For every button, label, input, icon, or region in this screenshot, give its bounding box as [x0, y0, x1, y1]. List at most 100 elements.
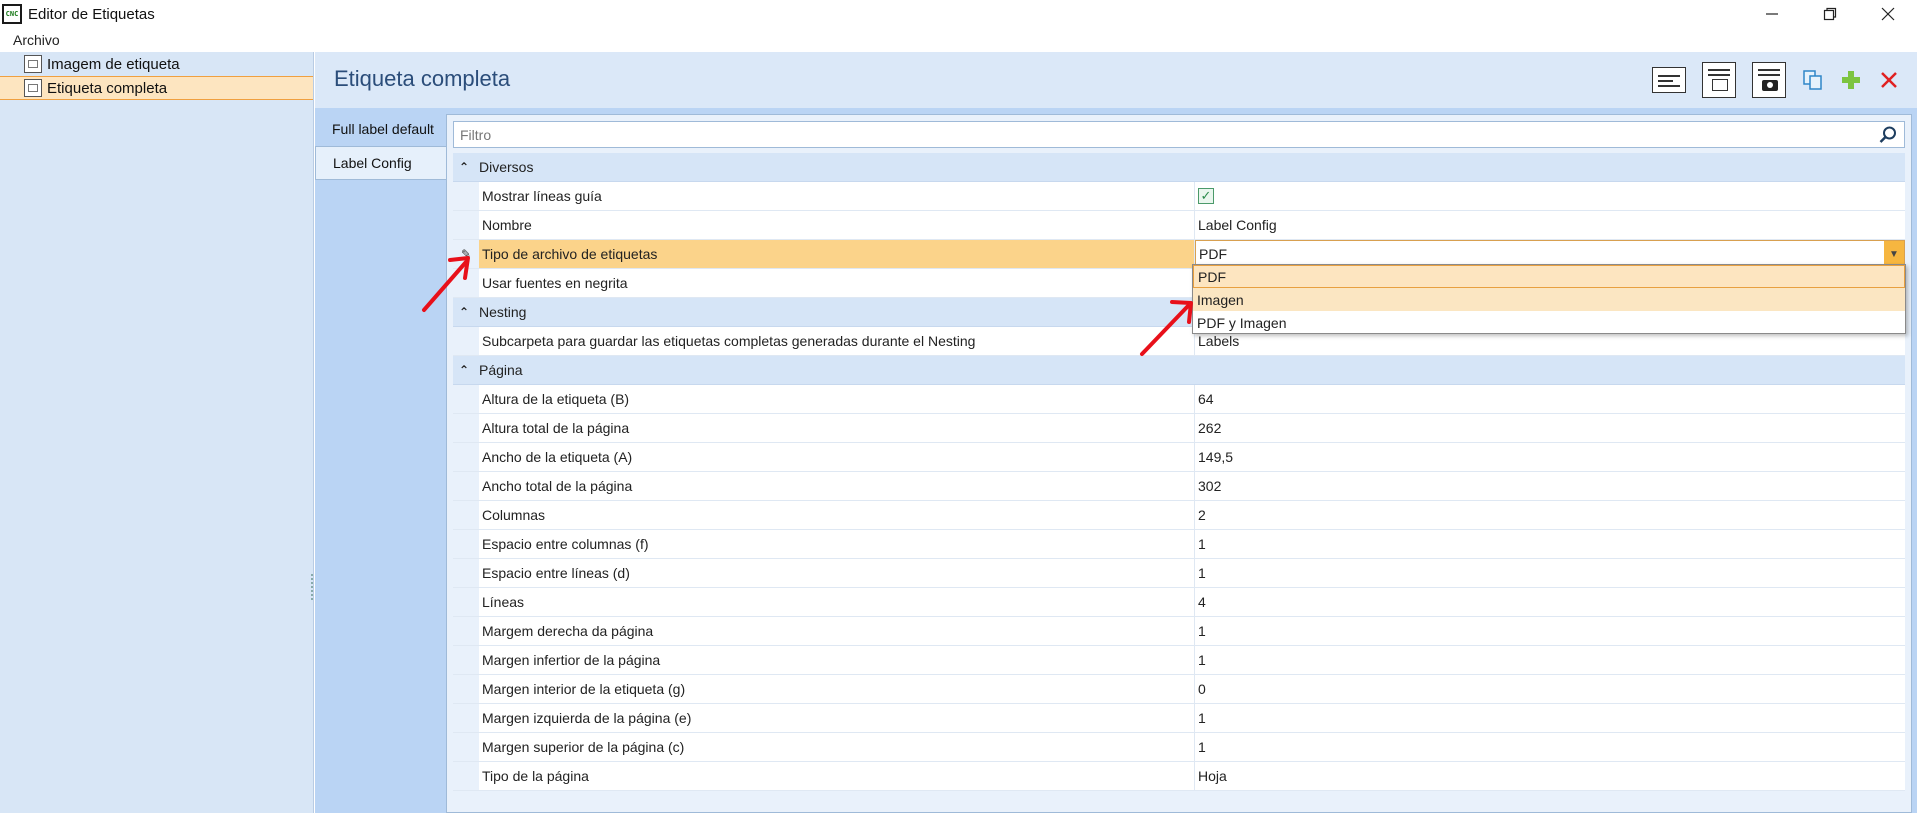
dropdown-option-pdf-y-imagen[interactable]: PDF y Imagen — [1193, 311, 1905, 334]
add-icon — [1842, 71, 1860, 89]
menu-bar: Archivo — [0, 28, 1917, 52]
splitter-handle[interactable] — [311, 574, 314, 600]
close-icon — [1881, 7, 1895, 21]
menu-archivo[interactable]: Archivo — [0, 32, 73, 48]
minimize-icon — [1766, 13, 1778, 15]
property-row[interactable]: Nombre Label Config — [453, 211, 1905, 240]
copy-icon — [1803, 70, 1822, 90]
property-value[interactable]: 302 — [1195, 472, 1905, 500]
property-value[interactable]: 1 — [1195, 704, 1905, 732]
restore-button[interactable] — [1801, 0, 1859, 28]
tree-item-imagem-de-etiqueta[interactable]: Imagem de etiqueta — [0, 52, 313, 76]
row-gutter — [453, 704, 479, 732]
row-gutter — [453, 762, 479, 790]
property-value[interactable]: 4 — [1195, 588, 1905, 616]
property-value[interactable]: 1 — [1195, 733, 1905, 761]
delete-button[interactable] — [1877, 68, 1901, 92]
property-name: Espacio entre líneas (d) — [479, 559, 1195, 587]
property-value[interactable]: ✓ — [1195, 182, 1905, 210]
property-name: Tipo de la página — [479, 762, 1195, 790]
property-value[interactable]: 149,5 — [1195, 443, 1905, 471]
page-layout-icon — [1702, 62, 1736, 98]
property-row[interactable]: Tipo de la página Hoja — [453, 762, 1905, 791]
property-value[interactable]: 1 — [1195, 617, 1905, 645]
property-value[interactable]: 1 — [1195, 646, 1905, 674]
property-name: Margen superior de la página (c) — [479, 733, 1195, 761]
image-page-button[interactable] — [1751, 62, 1787, 98]
filter-input[interactable] — [454, 122, 1854, 147]
property-value[interactable]: 64 — [1195, 385, 1905, 413]
property-rows: ⌃ Diversos Mostrar líneas guía ✓ Nombre … — [453, 153, 1905, 791]
category-label: Página — [479, 362, 523, 378]
config-tabs: Full label default Label Config — [315, 112, 447, 813]
property-name: Espacio entre columnas (f) — [479, 530, 1195, 558]
property-row[interactable]: Ancho de la etiqueta (A) 149,5 — [453, 443, 1905, 472]
minimize-button[interactable] — [1743, 0, 1801, 28]
property-grid: ⌃ Diversos Mostrar líneas guía ✓ Nombre … — [446, 114, 1912, 813]
property-name: Margem derecha da página — [479, 617, 1195, 645]
show-guide-lines-checkbox[interactable]: ✓ — [1198, 188, 1214, 204]
property-row[interactable]: Espacio entre líneas (d) 1 — [453, 559, 1905, 588]
close-button[interactable] — [1859, 0, 1917, 28]
property-value[interactable]: 2 — [1195, 501, 1905, 529]
annotation-arrow-icon — [422, 256, 470, 312]
property-row[interactable]: Margen izquierda de la página (e) 1 — [453, 704, 1905, 733]
tree-item-etiqueta-completa[interactable]: Etiqueta completa — [0, 76, 313, 100]
row-gutter — [453, 211, 479, 239]
dropdown-option-imagen[interactable]: Imagen — [1193, 288, 1905, 311]
file-type-dropdown-list: PDF Imagen PDF y Imagen — [1192, 264, 1906, 334]
property-row[interactable]: Margen infertior de la página 1 — [453, 646, 1905, 675]
tab-full-label-default[interactable]: Full label default — [315, 112, 447, 146]
editor-header: Etiqueta completa — [315, 52, 1917, 108]
row-gutter — [453, 385, 479, 413]
collapse-chevron-icon[interactable]: ⌃ — [453, 160, 475, 174]
property-row[interactable]: Margem derecha da página 1 — [453, 617, 1905, 646]
property-row[interactable]: Espacio entre columnas (f) 1 — [453, 530, 1905, 559]
window-title: Editor de Etiquetas — [28, 5, 155, 23]
restore-icon — [1823, 7, 1837, 21]
row-gutter — [453, 501, 479, 529]
property-row[interactable]: Líneas 4 — [453, 588, 1905, 617]
page-title: Etiqueta completa — [334, 66, 511, 91]
property-value[interactable]: 1 — [1195, 559, 1905, 587]
property-name: Nombre — [479, 211, 1195, 239]
delete-icon — [1881, 72, 1897, 88]
property-row[interactable]: Margen superior de la página (c) 1 — [453, 733, 1905, 762]
property-row[interactable]: Altura total de la página 262 — [453, 414, 1905, 443]
property-value[interactable]: Label Config — [1195, 211, 1905, 239]
property-name: Margen izquierda de la página (e) — [479, 704, 1195, 732]
row-gutter — [453, 414, 479, 442]
property-row[interactable]: Columnas 2 — [453, 501, 1905, 530]
annotation-arrow-icon — [1140, 300, 1193, 356]
label-layout-icon — [1652, 67, 1686, 93]
app-icon: CNC — [2, 4, 22, 24]
window-controls — [1743, 0, 1917, 28]
title-bar: CNC Editor de Etiquetas — [0, 0, 1917, 28]
full-label-icon — [24, 79, 42, 97]
combobox-value: PDF — [1199, 246, 1227, 262]
copy-button[interactable] — [1801, 68, 1825, 92]
label-layout-button[interactable] — [1651, 62, 1687, 98]
property-value[interactable]: 1 — [1195, 530, 1905, 558]
label-tree: Imagem de etiqueta Etiqueta completa — [0, 52, 314, 813]
page-layout-button[interactable] — [1701, 62, 1737, 98]
property-name: Margen infertior de la página — [479, 646, 1195, 674]
property-row[interactable]: Mostrar líneas guía ✓ — [453, 182, 1905, 211]
category-diversos[interactable]: ⌃ Diversos — [453, 153, 1905, 182]
category-pagina[interactable]: ⌃ Página — [453, 356, 1905, 385]
search-icon[interactable] — [1878, 125, 1898, 145]
collapse-chevron-icon[interactable]: ⌃ — [453, 363, 475, 377]
property-value[interactable]: 262 — [1195, 414, 1905, 442]
property-value[interactable]: 0 — [1195, 675, 1905, 703]
property-row[interactable]: Margen interior de la etiqueta (g) 0 — [453, 675, 1905, 704]
tab-label-config[interactable]: Label Config — [315, 146, 447, 180]
row-gutter — [453, 646, 479, 674]
category-label: Nesting — [479, 304, 527, 320]
dropdown-option-pdf[interactable]: PDF — [1193, 265, 1905, 288]
property-value[interactable]: Hoja — [1195, 762, 1905, 790]
add-button[interactable] — [1839, 68, 1863, 92]
property-row[interactable]: Altura de la etiqueta (B) 64 — [453, 385, 1905, 414]
property-row[interactable]: Ancho total de la página 302 — [453, 472, 1905, 501]
property-name: Altura de la etiqueta (B) — [479, 385, 1195, 413]
row-gutter — [453, 559, 479, 587]
